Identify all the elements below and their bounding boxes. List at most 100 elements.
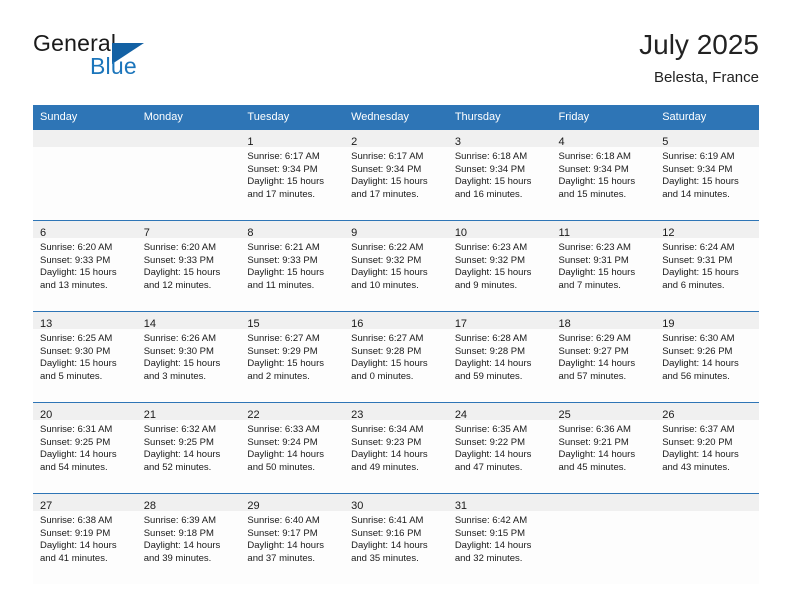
day-detail-line: Sunrise: 6:30 AM <box>662 333 735 344</box>
calendar-day-cell[interactable]: 9 Sunrise: 6:22 AM Sunset: 9:32 PM Daylight… <box>344 220 448 312</box>
day-detail-line: Sunset: 9:32 PM <box>454 254 526 266</box>
calendar-day-cell[interactable]: 27 Sunrise: 6:38 AM Sunset: 9:19 PM Dayligh… <box>33 493 137 584</box>
day-number-band: 6 <box>33 221 137 239</box>
day-detail-line: Daylight: 15 hours <box>351 176 428 188</box>
day-cell-details: Sunrise: 6:20 AM Sunset: 9:33 PM Daylight:… <box>33 238 137 292</box>
day-number-band: 26 <box>655 403 759 421</box>
day-detail-line: Daylight: 15 hours <box>662 267 739 279</box>
calendar-day-cell[interactable]: 5 Sunrise: 6:19 AM Sunset: 9:34 PM Daylight… <box>655 129 759 221</box>
day-detail-line: Sunset: 9:33 PM <box>247 254 318 266</box>
day-detail-line: Sunrise: 6:37 AM <box>662 424 735 435</box>
calendar-day-cell[interactable]: 24 Sunrise: 6:35 AM Sunset: 9:22 PM Dayligh… <box>447 402 552 494</box>
calendar-day-cell[interactable]: 11 Sunrise: 6:23 AM Sunset: 9:31 PM Dayligh… <box>551 220 656 312</box>
calendar-day-cell[interactable]: 4 Sunrise: 6:18 AM Sunset: 9:34 PM Daylight… <box>551 129 656 221</box>
day-detail-line: Sunrise: 6:23 AM <box>454 242 528 253</box>
calendar-day-cell[interactable]: 21 Sunrise: 6:32 AM Sunset: 9:25 PM Dayligh… <box>136 402 241 494</box>
day-detail-line: Daylight: 14 hours <box>454 449 532 461</box>
day-number: 24 <box>454 409 468 421</box>
day-detail-line: Sunrise: 6:38 AM <box>40 515 113 526</box>
calendar-day-cell[interactable]: 15 Sunrise: 6:27 AM Sunset: 9:29 PM Dayligh… <box>240 311 345 403</box>
day-number: 27 <box>40 500 53 512</box>
day-detail-line: Daylight: 15 hours <box>351 358 428 370</box>
day-detail-line: and 13 minutes. <box>40 279 108 291</box>
calendar-day-cell[interactable]: 18 Sunrise: 6:29 AM Sunset: 9:27 PM Dayligh… <box>551 311 656 403</box>
weekday-header-sunday: Sunday <box>33 105 137 130</box>
calendar-day-cell[interactable]: 2 Sunrise: 6:17 AM Sunset: 9:34 PM Daylight… <box>344 129 448 221</box>
day-detail-line: Sunrise: 6:42 AM <box>454 515 528 526</box>
day-detail-line: and 52 minutes. <box>143 461 212 473</box>
calendar-day-cell[interactable]: 10 Sunrise: 6:23 AM Sunset: 9:32 PM Dayligh… <box>447 220 552 312</box>
day-number-band: 31 <box>447 494 552 512</box>
day-detail-line: and 37 minutes. <box>247 552 316 564</box>
day-number-band <box>33 130 137 147</box>
day-detail-line: Daylight: 15 hours <box>351 267 428 279</box>
calendar-day-cell[interactable]: 7 Sunrise: 6:20 AM Sunset: 9:33 PM Daylight… <box>136 220 241 312</box>
day-detail-line: Daylight: 14 hours <box>662 449 739 461</box>
calendar-day-cell[interactable]: 17 Sunrise: 6:28 AM Sunset: 9:28 PM Dayligh… <box>447 311 552 403</box>
day-detail-line: and 16 minutes. <box>454 188 523 200</box>
day-cell-details: Sunrise: 6:35 AM Sunset: 9:22 PM Daylight:… <box>448 420 552 474</box>
day-number-band: 1 <box>240 130 345 148</box>
calendar-day-cell[interactable]: 23 Sunrise: 6:34 AM Sunset: 9:23 PM Dayligh… <box>344 402 448 494</box>
calendar-day-cell[interactable]: 8 Sunrise: 6:21 AM Sunset: 9:33 PM Daylight… <box>240 220 345 312</box>
calendar-day-cell[interactable]: 6 Sunrise: 6:20 AM Sunset: 9:33 PM Daylight… <box>33 220 137 312</box>
calendar-day-cell[interactable]: 31 Sunrise: 6:42 AM Sunset: 9:15 PM Dayligh… <box>447 493 552 584</box>
calendar-day-cell[interactable]: 29 Sunrise: 6:40 AM Sunset: 9:17 PM Dayligh… <box>240 493 345 584</box>
day-cell-details: Sunrise: 6:23 AM Sunset: 9:32 PM Daylight:… <box>448 238 552 292</box>
title-block: July 2025 Belesta, France <box>639 28 759 89</box>
calendar-day-cell[interactable]: 3 Sunrise: 6:18 AM Sunset: 9:34 PM Daylight… <box>447 129 552 221</box>
calendar-day-cell[interactable]: 16 Sunrise: 6:27 AM Sunset: 9:28 PM Dayligh… <box>344 311 448 403</box>
day-number: 17 <box>454 318 468 330</box>
day-detail-line: Sunset: 9:34 PM <box>454 163 526 175</box>
day-detail-line: Daylight: 14 hours <box>247 449 324 461</box>
day-number-band: 8 <box>240 221 345 239</box>
day-detail-line: and 35 minutes. <box>351 552 419 564</box>
day-detail-line: Sunrise: 6:20 AM <box>40 242 113 253</box>
calendar-day-cell[interactable]: 13 Sunrise: 6:25 AM Sunset: 9:30 PM Dayligh… <box>33 311 137 403</box>
calendar-day-cell[interactable]: 14 Sunrise: 6:26 AM Sunset: 9:30 PM Dayligh… <box>136 311 241 403</box>
calendar-day-cell[interactable]: 28 Sunrise: 6:39 AM Sunset: 9:18 PM Dayligh… <box>136 493 241 584</box>
calendar-day-cell[interactable]: 30 Sunrise: 6:41 AM Sunset: 9:16 PM Dayligh… <box>344 493 448 584</box>
day-number-band: 12 <box>655 221 759 239</box>
day-cell-details: Sunrise: 6:41 AM Sunset: 9:16 PM Daylight:… <box>344 511 448 565</box>
day-number-band: 30 <box>344 494 448 512</box>
day-detail-line: Daylight: 14 hours <box>454 358 532 370</box>
calendar-day-cell[interactable]: 20 Sunrise: 6:31 AM Sunset: 9:25 PM Dayligh… <box>33 402 137 494</box>
day-number: 10 <box>454 227 468 239</box>
calendar-day-cell[interactable]: 12 Sunrise: 6:24 AM Sunset: 9:31 PM Dayligh… <box>655 220 759 312</box>
day-number: 20 <box>40 409 53 421</box>
calendar-day-cell[interactable]: 19 Sunrise: 6:30 AM Sunset: 9:26 PM Dayligh… <box>655 311 759 403</box>
day-cell-details: Sunrise: 6:25 AM Sunset: 9:30 PM Daylight:… <box>33 329 137 383</box>
calendar-week-row: 6 Sunrise: 6:20 AM Sunset: 9:33 PM Daylight… <box>33 220 759 312</box>
weekday-header-thursday: Thursday <box>447 105 552 130</box>
day-number: 7 <box>143 227 150 239</box>
calendar-day-cell[interactable]: 25 Sunrise: 6:36 AM Sunset: 9:21 PM Dayligh… <box>551 402 656 494</box>
day-cell-details: Sunrise: 6:32 AM Sunset: 9:25 PM Daylight:… <box>137 420 241 474</box>
day-detail-line: Sunrise: 6:25 AM <box>40 333 113 344</box>
day-number: 19 <box>662 318 675 330</box>
day-detail-line: Sunrise: 6:19 AM <box>662 151 735 162</box>
day-detail-line: and 9 minutes. <box>454 279 518 291</box>
day-number-band: 16 <box>344 312 448 330</box>
day-detail-line: Daylight: 15 hours <box>454 267 532 279</box>
calendar-day-cell[interactable]: 26 Sunrise: 6:37 AM Sunset: 9:20 PM Dayligh… <box>655 402 759 494</box>
day-detail-line: Sunset: 9:28 PM <box>351 345 422 357</box>
weekday-header-friday: Friday <box>551 105 656 130</box>
day-detail-line: Sunrise: 6:27 AM <box>247 333 320 344</box>
brand-logo[interactable]: General Blue <box>33 30 253 90</box>
day-detail-line: Daylight: 14 hours <box>143 540 221 552</box>
day-cell-details: Sunrise: 6:27 AM Sunset: 9:28 PM Daylight:… <box>344 329 448 383</box>
day-detail-line: Daylight: 15 hours <box>558 267 636 279</box>
day-detail-line: Sunset: 9:30 PM <box>143 345 214 357</box>
day-detail-line: and 12 minutes. <box>143 279 212 291</box>
day-number: 31 <box>454 500 468 512</box>
calendar-day-cell[interactable]: 22 Sunrise: 6:33 AM Sunset: 9:24 PM Dayligh… <box>240 402 345 494</box>
day-number: 23 <box>351 409 364 421</box>
calendar-page: General Blue July 2025 Belesta, France S… <box>0 0 792 612</box>
calendar-day-cell[interactable]: 1 Sunrise: 6:17 AM Sunset: 9:34 PM Daylight… <box>240 129 345 221</box>
day-detail-line: Sunset: 9:33 PM <box>40 254 111 266</box>
day-detail-line: Daylight: 14 hours <box>454 540 532 552</box>
day-number-band: 21 <box>136 403 241 421</box>
day-detail-line: Daylight: 14 hours <box>558 449 636 461</box>
day-number: 6 <box>40 227 47 239</box>
